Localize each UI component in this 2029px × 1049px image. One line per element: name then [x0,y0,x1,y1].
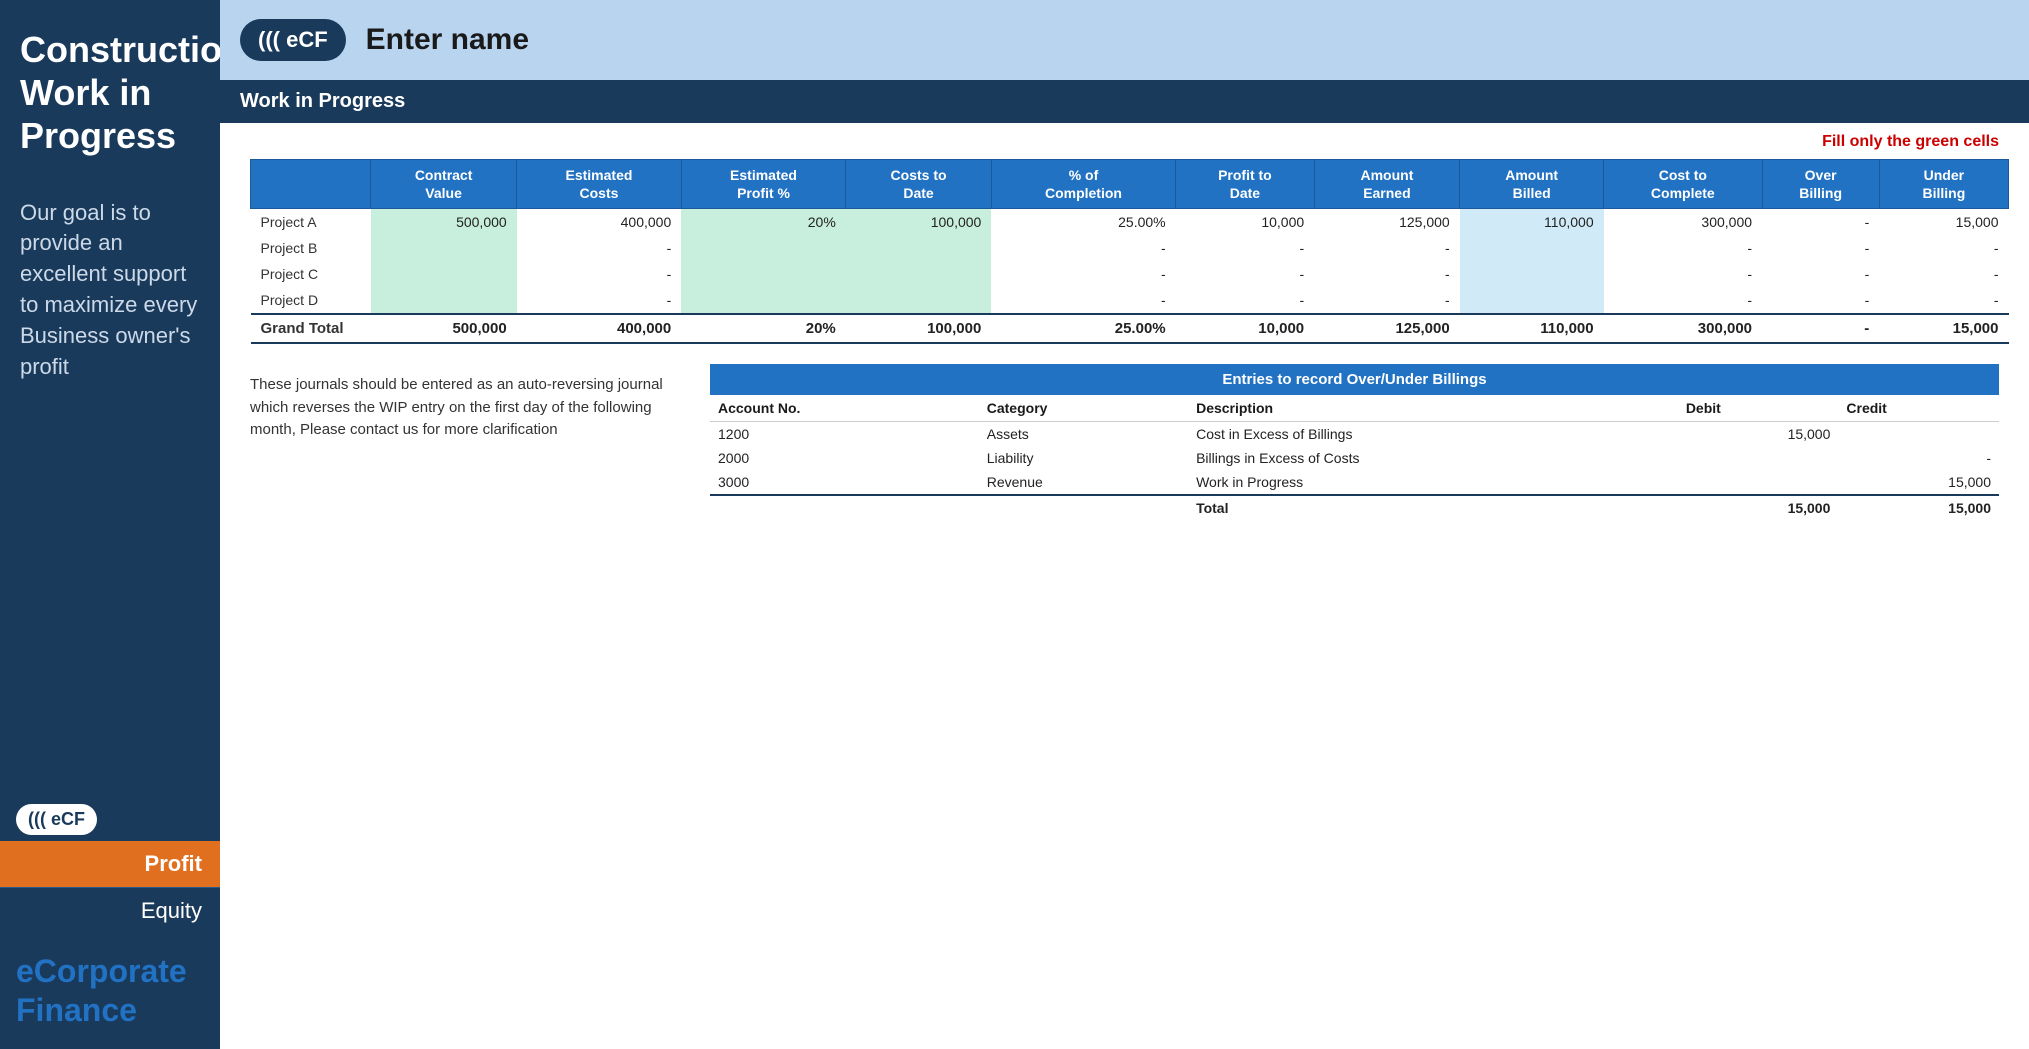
sidebar-brand: eCorporate Finance [0,934,220,1049]
ecf-badge-sidebar[interactable]: ((( eCF [16,804,97,835]
header-title[interactable]: Enter name [366,23,529,57]
col-header-profit-to-date: Profit toDate [1176,160,1315,209]
entries-col-category: Category [979,395,1188,422]
wip-table-wrap: ContractValue EstimatedCosts EstimatedPr… [250,159,2009,344]
col-header-amount-earned: AmountEarned [1314,160,1460,209]
profit-button[interactable]: Profit [0,841,220,887]
entries-table-wrap: Entries to record Over/Under Billings Ac… [710,364,1999,520]
col-header-est-costs: EstimatedCosts [517,160,682,209]
equity-button[interactable]: Equity [0,887,220,934]
entries-table: Entries to record Over/Under Billings Ac… [710,364,1999,520]
col-header-contract-value: ContractValue [371,160,517,209]
entries-col-account: Account No. [710,395,979,422]
sub-header-label: Work in Progress [240,90,405,113]
list-item: 1200AssetsCost in Excess of Billings15,0… [710,422,1999,447]
content-area: Fill only the green cells ContractValue … [220,123,2029,1049]
entries-title: Entries to record Over/Under Billings [710,364,1999,395]
main-area: ((( eCF Enter name Work in Progress Fill… [220,0,2029,1049]
col-header-cost-to-complete: Cost toComplete [1604,160,1762,209]
sidebar-tagline: Our goal is to provide an excellent supp… [0,178,220,795]
fill-notice: Fill only the green cells [240,133,1999,151]
grand-total-row: Grand Total500,000400,00020%100,00025.00… [251,314,2009,343]
bottom-note: These journals should be entered as an a… [250,364,670,520]
table-row: Project A500,000400,00020%100,00025.00%1… [251,209,2009,236]
sidebar-logo-area: ((( eCF [0,794,220,841]
col-header-est-profit: EstimatedProfit % [681,160,846,209]
col-header-pct-completion: % ofCompletion [991,160,1175,209]
sub-header: Work in Progress [220,80,2029,123]
col-header-over-billing: OverBilling [1762,160,1879,209]
sidebar-title: Construction Work in Progress [0,0,220,178]
col-header-label [251,160,371,209]
entries-total-row: Total15,00015,000 [710,495,1999,520]
table-row: Project B------- [251,235,2009,261]
col-header-amount-billed: AmountBilled [1460,160,1604,209]
sidebar: Construction Work in Progress Our goal i… [0,0,220,1049]
col-header-under-billing: UnderBilling [1879,160,2008,209]
entries-col-description: Description [1188,395,1678,422]
entries-col-debit: Debit [1678,395,1839,422]
list-item: 3000RevenueWork in Progress15,000 [710,470,1999,495]
table-row: Project D------- [251,287,2009,314]
top-header: ((( eCF Enter name [220,0,2029,80]
entries-col-credit: Credit [1838,395,1999,422]
table-row: Project C------- [251,261,2009,287]
col-header-costs-to-date: Costs toDate [846,160,992,209]
list-item: 2000LiabilityBillings in Excess of Costs… [710,446,1999,470]
sidebar-buttons: Profit Equity [0,841,220,934]
ecf-badge-header[interactable]: ((( eCF [240,19,346,61]
wip-table: ContractValue EstimatedCosts EstimatedPr… [250,159,2009,344]
bottom-section: These journals should be entered as an a… [240,364,2009,520]
